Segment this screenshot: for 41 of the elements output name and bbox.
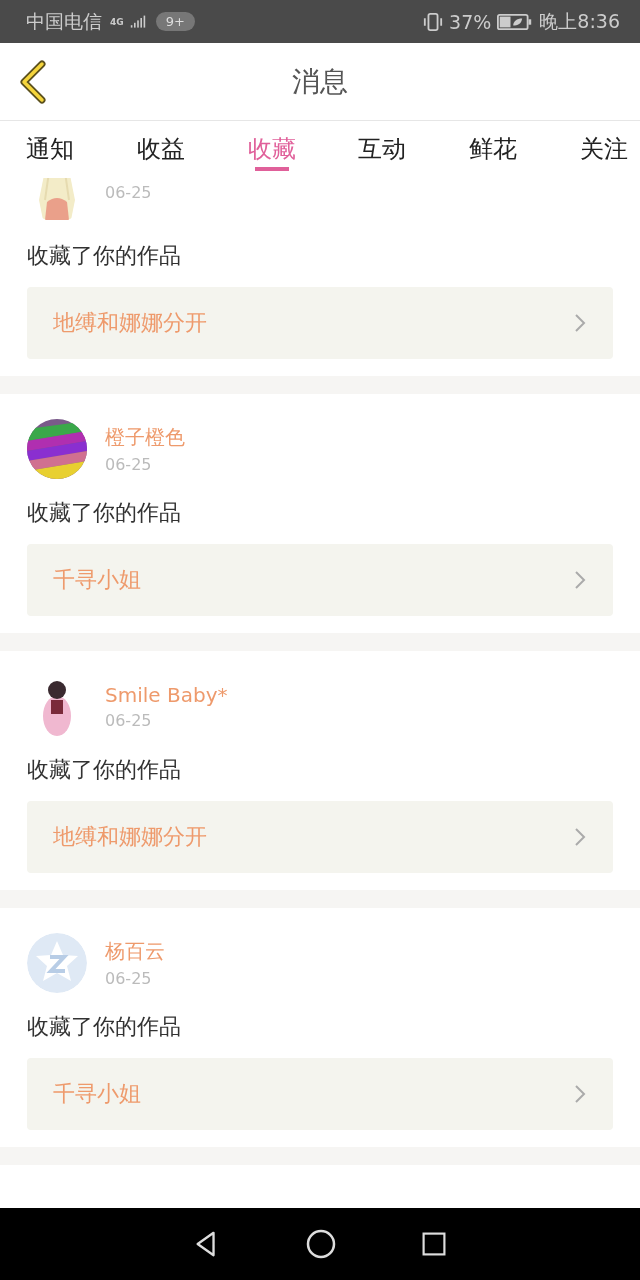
message-date: 06-25 bbox=[105, 182, 152, 202]
message-text: 收藏了你的作品 bbox=[27, 499, 182, 527]
chevron-icon bbox=[573, 1084, 587, 1104]
message-date: 06-25 bbox=[105, 455, 153, 474]
tab[interactable]: 收益 bbox=[136, 121, 185, 178]
signal-icon bbox=[129, 14, 146, 29]
user-name[interactable]: 橙子橙色 bbox=[105, 424, 185, 451]
carrier-name: 中国电信 bbox=[26, 8, 102, 34]
home-icon[interactable] bbox=[306, 1229, 336, 1259]
tab[interactable]: 互动 bbox=[358, 121, 407, 178]
work-link[interactable]: 千寻小姐 bbox=[27, 544, 613, 616]
message-date: 06-25 bbox=[105, 969, 153, 988]
work-title: 地缚和娜娜分开 bbox=[53, 309, 207, 337]
notification-count: 9+ bbox=[155, 12, 195, 31]
vibrate-icon bbox=[423, 11, 444, 32]
tab[interactable]: 通知 bbox=[26, 121, 74, 178]
work-link[interactable]: 地缚和娜娜分开 bbox=[27, 801, 613, 873]
chevron-icon bbox=[573, 827, 587, 847]
back-icon[interactable] bbox=[18, 60, 48, 104]
user-name[interactable]: 杨百云 bbox=[105, 938, 165, 965]
network-type: 4G bbox=[110, 16, 124, 27]
chevron-icon bbox=[573, 313, 587, 333]
message-text: 收藏了你的作品 bbox=[27, 242, 182, 270]
work-link[interactable]: 千寻小姐 bbox=[27, 1058, 613, 1130]
recents-icon[interactable] bbox=[421, 1231, 448, 1257]
user-name[interactable]: Smile Baby* bbox=[105, 682, 228, 707]
tab[interactable]: 关注 bbox=[580, 121, 628, 178]
work-title: 千寻小姐 bbox=[53, 566, 141, 594]
clock: 晚上8:36 bbox=[539, 8, 620, 34]
work-title: 千寻小姐 bbox=[53, 1080, 141, 1108]
chevron-icon bbox=[573, 570, 587, 590]
message-text: 收藏了你的作品 bbox=[27, 756, 182, 784]
work-title: 地缚和娜娜分开 bbox=[53, 823, 207, 851]
battery-icon bbox=[497, 12, 534, 31]
battery-percent: 37% bbox=[449, 10, 492, 33]
default-avatar-icon bbox=[27, 933, 87, 993]
message-date: 06-25 bbox=[105, 710, 153, 730]
page-title: 消息 bbox=[292, 63, 348, 100]
work-link[interactable]: 地缚和娜娜分开 bbox=[27, 287, 613, 359]
tab[interactable]: 鲜花 bbox=[469, 121, 518, 178]
message-text: 收藏了你的作品 bbox=[27, 1013, 182, 1041]
